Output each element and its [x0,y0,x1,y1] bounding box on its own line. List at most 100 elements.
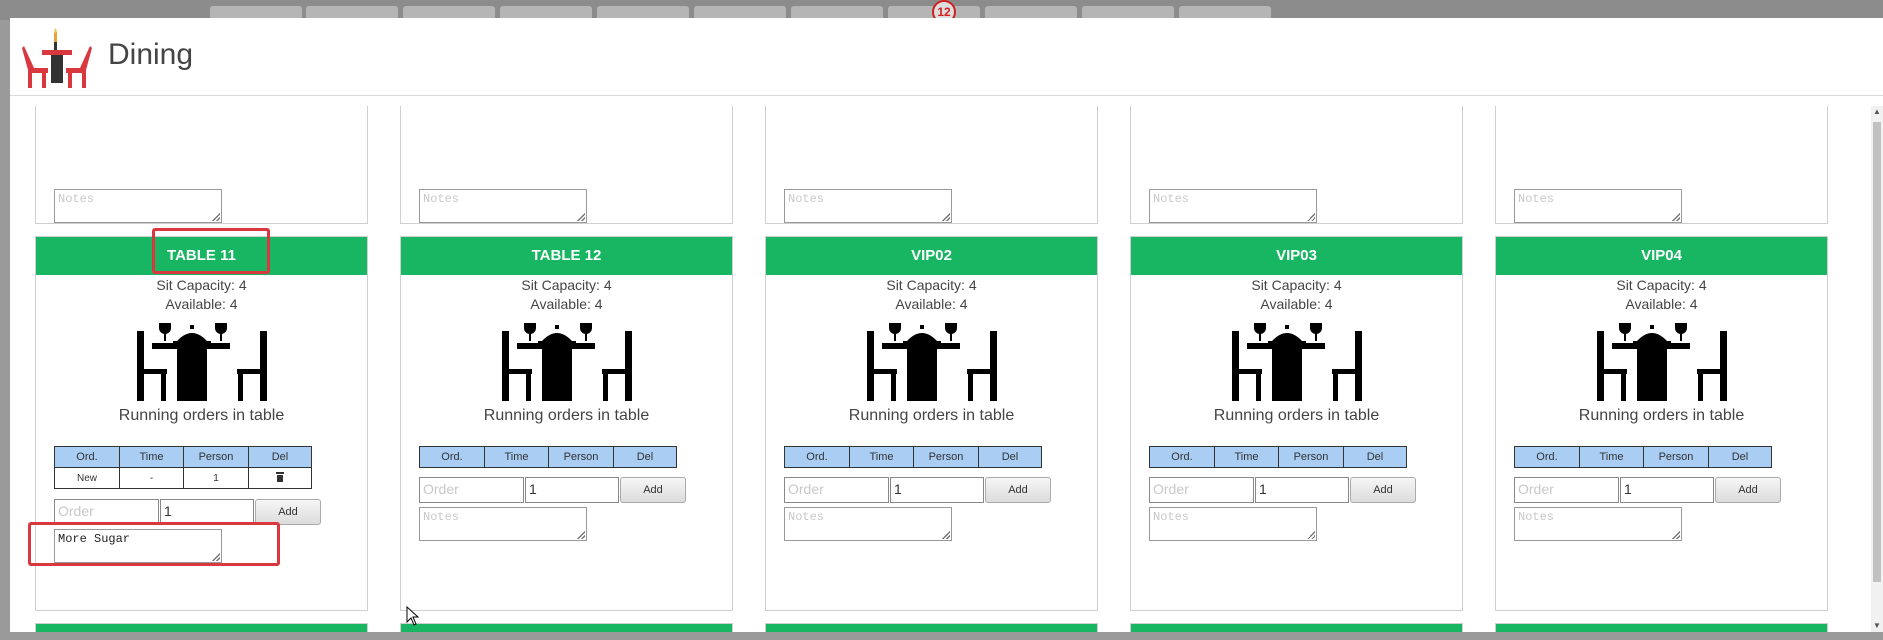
background-left [0,20,10,640]
sit-capacity: Sit Capacity: 4 [156,277,247,293]
notes-textarea[interactable]: Notes [784,189,952,223]
table-card: VIP03 Sit Capacity: 4 Available: 4 Runni… [1130,236,1463,611]
table-card-next [400,623,733,632]
highlight-table-name [152,228,270,274]
notes-textarea[interactable]: Notes [419,189,587,223]
column-header: Ord. [784,446,850,468]
sit-capacity: Sit Capacity: 4 [1616,277,1707,293]
notes-textarea[interactable]: Notes [1149,507,1317,541]
column-header: Del [978,446,1042,468]
table-card-previous: Notes [765,106,1098,224]
delete-cell[interactable] [248,467,312,489]
column-header: Time [119,446,184,468]
column-header: Time [849,446,914,468]
table-header-partial[interactable] [401,624,732,632]
table-header-partial[interactable] [766,624,1097,632]
dining-table-icon [137,323,267,401]
quantity-input[interactable]: 1 [1255,477,1349,503]
dining-table-icon [1232,323,1362,401]
column-header: Person [1643,446,1709,468]
order-input[interactable]: Order [1514,477,1619,503]
quantity-input[interactable]: 1 [1620,477,1714,503]
column-header: Person [183,446,249,468]
dining-table-icon [1597,323,1727,401]
running-orders-label: Running orders in table [848,407,1015,424]
available-seats: Available: 4 [895,296,968,312]
column-header: Ord. [54,446,120,468]
notes-textarea[interactable]: Notes [419,507,587,541]
dining-table-icon [22,28,92,88]
column-header: Person [913,446,979,468]
table-name[interactable]: VIP02 [766,237,1097,275]
scroll-down-icon[interactable]: ▼ [1871,620,1883,632]
running-orders-label: Running orders in table [118,407,285,424]
order-cell: New [54,467,120,489]
available-seats: Available: 4 [1625,296,1698,312]
modal-title: Dining [108,38,194,71]
mouse-cursor-icon [406,606,420,626]
notes-textarea[interactable]: Notes [784,507,952,541]
highlight-notes [28,522,280,566]
column-header: Del [248,446,312,468]
table-name[interactable]: VIP04 [1496,237,1827,275]
dining-table-icon [867,323,997,401]
column-header: Ord. [419,446,485,468]
running-orders-label: Running orders in table [1213,407,1380,424]
table-card: VIP04 Sit Capacity: 4 Available: 4 Runni… [1495,236,1828,611]
time-cell: - [119,467,184,489]
available-seats: Available: 4 [530,296,603,312]
quantity-input[interactable]: 1 [890,477,984,503]
table-header-partial[interactable] [1131,624,1462,632]
add-order-button[interactable]: Add [1715,477,1781,503]
sit-capacity: Sit Capacity: 4 [886,277,977,293]
column-header: Del [1708,446,1772,468]
scroll-thumb[interactable] [1873,122,1881,582]
scrollbar[interactable]: ▲ ▼ [1871,106,1883,632]
table-card-previous: Notes [1130,106,1463,224]
notes-textarea[interactable]: Notes [1514,507,1682,541]
table-card-previous: Notes [1495,106,1828,224]
add-order-button[interactable]: Add [985,477,1051,503]
table-name[interactable]: VIP03 [1131,237,1462,275]
order-input[interactable]: Order [1149,477,1254,503]
table-header-partial[interactable] [1496,624,1827,632]
orders-table: Ord. Time Person Del [419,446,677,468]
order-input[interactable]: Order [784,477,889,503]
column-header: Person [1278,446,1344,468]
add-order-button[interactable]: Add [1350,477,1416,503]
column-header: Del [613,446,677,468]
sit-capacity: Sit Capacity: 4 [1251,277,1342,293]
background-bottom [0,632,1883,640]
scroll-up-icon[interactable]: ▲ [1871,106,1883,118]
running-orders-label: Running orders in table [1578,407,1745,424]
order-input[interactable]: Order [419,477,524,503]
table-card-next [765,623,1098,632]
column-header: Del [1343,446,1407,468]
add-order-button[interactable]: Add [620,477,686,503]
table-card-next [35,623,368,632]
column-header: Person [548,446,614,468]
running-orders-label: Running orders in table [483,407,650,424]
table-name[interactable]: TABLE 12 [401,237,732,275]
orders-table: Ord. Time Person Del [1149,446,1407,468]
table-card-next [1130,623,1463,632]
notes-textarea[interactable]: Notes [1514,189,1682,223]
table-row: New - 1 [54,467,312,489]
available-seats: Available: 4 [1260,296,1333,312]
notes-textarea[interactable]: Notes [1149,189,1317,223]
column-header: Ord. [1149,446,1215,468]
person-cell: 1 [183,467,249,489]
orders-table: Ord. Time Person Del New - 1 [54,446,312,489]
table-header-partial[interactable] [36,624,367,632]
orders-table: Ord. Time Person Del [784,446,1042,468]
notes-textarea[interactable]: Notes [54,189,222,223]
table-card: TABLE 12 Sit Capacity: 4 Available: 4 Ru… [400,236,733,611]
column-header: Ord. [1514,446,1580,468]
trash-icon[interactable] [276,471,284,482]
quantity-input[interactable]: 1 [525,477,619,503]
modal-header: Dining [10,18,1883,96]
tables-grid: Notes Notes Notes Notes Notes TABLE 11 S… [10,106,1883,632]
table-card: VIP02 Sit Capacity: 4 Available: 4 Runni… [765,236,1098,611]
dining-modal: Dining Notes Notes Notes Notes Notes TAB… [10,18,1883,632]
sit-capacity: Sit Capacity: 4 [521,277,612,293]
